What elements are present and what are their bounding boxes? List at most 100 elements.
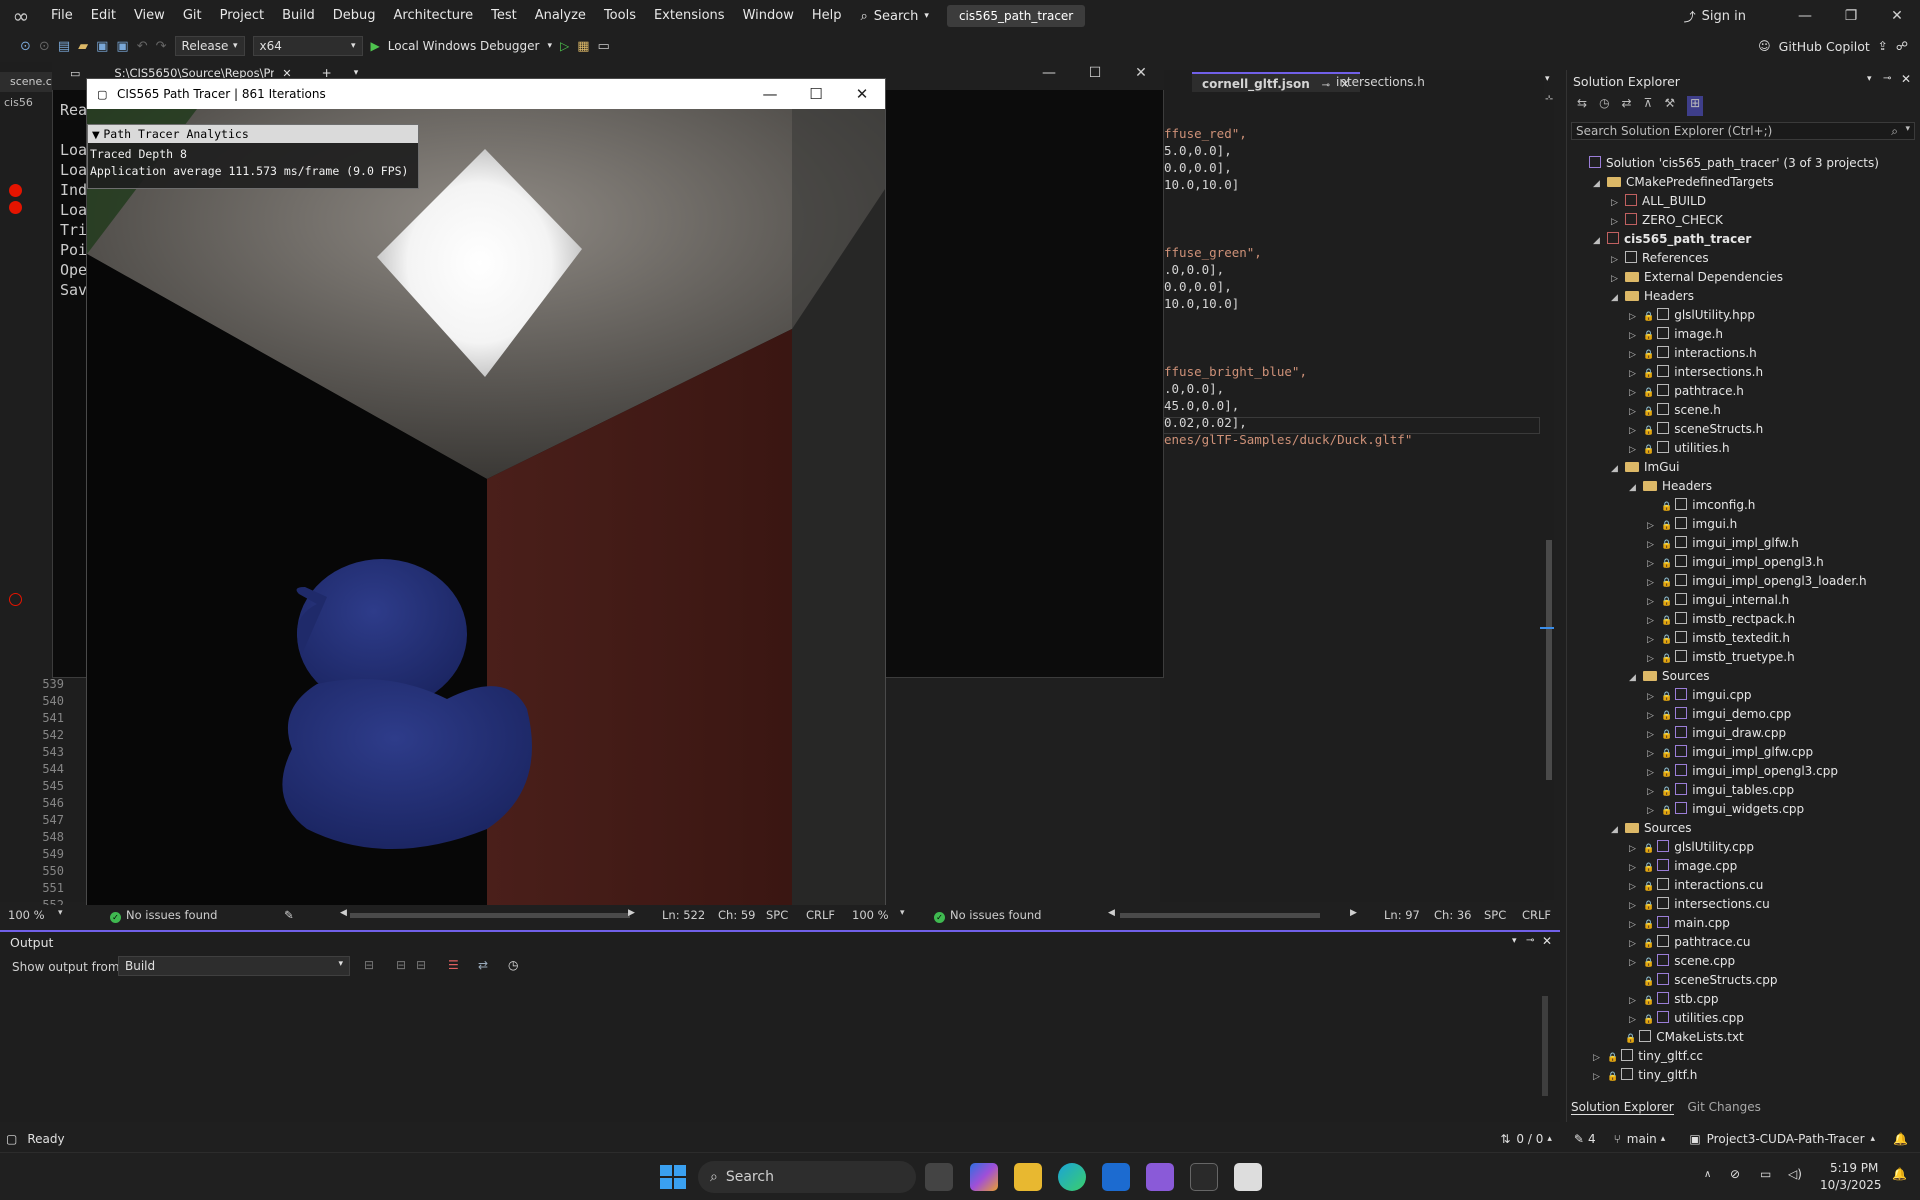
- vertical-scrollbar[interactable]: [1540, 100, 1554, 900]
- tree-item[interactable]: ▷ 🔒 pathtrace.h: [1629, 382, 1744, 401]
- navigate-forward-icon[interactable]: ⊙: [39, 39, 50, 54]
- menu-extensions[interactable]: Extensions: [645, 0, 734, 32]
- volume-icon[interactable]: ◁): [1788, 1167, 1802, 1181]
- m365-icon[interactable]: [970, 1163, 998, 1191]
- tree-item[interactable]: ◢ Sources: [1611, 819, 1691, 838]
- tree-item[interactable]: ▷ 🔒 image.h: [1629, 325, 1723, 344]
- windows-start-icon[interactable]: [658, 1163, 686, 1191]
- prev-message-icon[interactable]: ⊟: [396, 958, 406, 972]
- tab-scene[interactable]: scene.c: [0, 72, 60, 92]
- line-indicator[interactable]: Ln: 522: [662, 908, 705, 922]
- preview-icon[interactable]: ⊞: [1687, 96, 1704, 116]
- tree-item[interactable]: ▷ 🔒 imgui_widgets.cpp: [1647, 800, 1804, 819]
- tab-intersections[interactable]: intersections.h: [1326, 72, 1435, 92]
- collapsed-arrow-icon[interactable]: ▷: [1593, 1068, 1607, 1087]
- hscroll-left[interactable]: ◀: [340, 908, 347, 918]
- line-ending-indicator[interactable]: CRLF: [1522, 908, 1551, 922]
- tree-item[interactable]: ▷ 🔒 imstb_truetype.h: [1647, 648, 1795, 667]
- expanded-arrow-icon[interactable]: ◢: [1593, 232, 1607, 251]
- line-indicator[interactable]: Ln: 97: [1384, 908, 1420, 922]
- expanded-arrow-icon[interactable]: ◢: [1629, 669, 1643, 688]
- sync-icon[interactable]: ⇄: [1622, 96, 1632, 116]
- menu-file[interactable]: File: [42, 0, 82, 32]
- tree-item[interactable]: ▷ External Dependencies: [1611, 268, 1783, 287]
- terminal-icon[interactable]: [1190, 1163, 1218, 1191]
- breakpoint-icon[interactable]: [9, 201, 22, 214]
- navigate-back-icon[interactable]: ⊙: [20, 39, 31, 54]
- start-without-debugging-icon[interactable]: ▷: [560, 39, 569, 53]
- pin-icon[interactable]: ⊸: [1526, 935, 1534, 946]
- sync-status[interactable]: 0 / 0: [1516, 1132, 1543, 1146]
- tree-item[interactable]: ◢ Headers: [1629, 477, 1712, 496]
- char-indicator[interactable]: Ch: 59: [718, 908, 755, 922]
- menu-analyze[interactable]: Analyze: [526, 0, 595, 32]
- menu-build[interactable]: Build: [273, 0, 324, 32]
- hscroll-right[interactable]: ▶: [1350, 908, 1357, 918]
- tree-item[interactable]: ▷ 🔒 glslUtility.hpp: [1629, 306, 1755, 325]
- tree-item[interactable]: ▷ 🔒 utilities.cpp: [1629, 1009, 1744, 1028]
- next-message-icon[interactable]: ⊟: [416, 958, 426, 972]
- issues-indicator[interactable]: ✓ No issues found: [934, 908, 1041, 923]
- console-maximize-button[interactable]: ☐: [1072, 65, 1118, 81]
- tree-item[interactable]: Solution 'cis565_path_tracer' (3 of 3 pr…: [1575, 154, 1879, 173]
- line-ending-indicator[interactable]: CRLF: [806, 908, 835, 922]
- tree-item[interactable]: ▷ 🔒 imgui_tables.cpp: [1647, 781, 1794, 800]
- tree-item[interactable]: ▷ 🔒 imstb_rectpack.h: [1647, 610, 1795, 629]
- tree-item[interactable]: ▷ 🔒 imgui_draw.cpp: [1647, 724, 1786, 743]
- tree-item[interactable]: ▷ 🔒 imgui_impl_opengl3.cpp: [1647, 762, 1838, 781]
- tree-item[interactable]: ◢ CMakePredefinedTargets: [1593, 173, 1774, 192]
- close-icon[interactable]: ✕: [1901, 72, 1911, 86]
- platform-dropdown[interactable]: x64 ▾: [252, 36, 363, 56]
- close-button[interactable]: ✕: [1874, 8, 1920, 24]
- copilot-button[interactable]: GitHub Copilot: [1779, 39, 1870, 54]
- tree-item[interactable]: ▷ 🔒 pathtrace.cu: [1629, 933, 1751, 952]
- collapse-triangle-icon[interactable]: ▼: [92, 130, 100, 141]
- redo-icon[interactable]: ↷: [156, 39, 167, 54]
- tree-item[interactable]: ▷ 🔒 interactions.cu: [1629, 876, 1763, 895]
- whitespace-indicator[interactable]: SPC: [1484, 908, 1506, 922]
- analytics-panel[interactable]: ▼ Path Tracer Analytics Traced Depth 8 A…: [87, 124, 419, 189]
- switch-views-icon[interactable]: ⇆: [1577, 96, 1587, 116]
- menu-window[interactable]: Window: [734, 0, 803, 32]
- debugger-button[interactable]: Local Windows Debugger: [388, 39, 540, 53]
- menu-git[interactable]: Git: [174, 0, 211, 32]
- menu-help[interactable]: Help: [803, 0, 851, 32]
- pin-icon[interactable]: ⊸: [1883, 73, 1891, 84]
- hscroll-right[interactable]: ▶: [628, 908, 635, 918]
- tree-item[interactable]: ◢ Sources: [1629, 667, 1709, 686]
- tree-item[interactable]: ▷ 🔒 imgui_demo.cpp: [1647, 705, 1791, 724]
- pending-changes-icon[interactable]: ◷: [1599, 96, 1609, 116]
- tree-item[interactable]: ▷ 🔒 tiny_gltf.h: [1593, 1066, 1697, 1085]
- analytics-header[interactable]: ▼ Path Tracer Analytics: [88, 125, 418, 143]
- folder-icon[interactable]: ▦: [577, 39, 589, 54]
- tree-item[interactable]: ▷ 🔒 tiny_gltf.cc: [1593, 1047, 1703, 1066]
- tree-item[interactable]: ▷ 🔒 intersections.h: [1629, 363, 1763, 382]
- solution-search-input[interactable]: Search Solution Explorer (Ctrl+;) ⌕ ▾: [1571, 122, 1915, 140]
- save-icon[interactable]: ▣: [96, 39, 108, 54]
- output-source-dropdown[interactable]: Build ▾: [118, 956, 350, 976]
- branch-name[interactable]: main: [1627, 1132, 1657, 1146]
- clock-icon[interactable]: ◷: [508, 958, 518, 972]
- expanded-arrow-icon[interactable]: ◢: [1611, 821, 1625, 840]
- configuration-dropdown[interactable]: Release ▾: [174, 36, 245, 56]
- visual-studio-icon[interactable]: [1146, 1163, 1174, 1191]
- share-icon[interactable]: ⇪: [1878, 39, 1888, 53]
- menu-architecture[interactable]: Architecture: [385, 0, 483, 32]
- repo-name[interactable]: Project3-CUDA-Path-Tracer: [1707, 1132, 1865, 1146]
- open-file-icon[interactable]: ▰: [78, 39, 88, 54]
- breakpoint-icon[interactable]: [9, 184, 22, 197]
- tree-item[interactable]: 🔒 sceneStructs.cpp: [1629, 971, 1778, 990]
- tree-item[interactable]: ▷ ZERO_CHECK: [1611, 211, 1723, 230]
- search-menu[interactable]: ⌕ Search ▾: [850, 9, 938, 24]
- tree-item[interactable]: ▷ 🔒 imgui_internal.h: [1647, 591, 1789, 610]
- clock-time[interactable]: 5:19 PM: [1830, 1161, 1878, 1175]
- menu-view[interactable]: View: [125, 0, 174, 32]
- new-project-icon[interactable]: ▤: [58, 39, 70, 54]
- tree-item[interactable]: 🔒 imconfig.h: [1647, 496, 1755, 515]
- menu-edit[interactable]: Edit: [82, 0, 125, 32]
- monitor-icon[interactable]: ▭: [1760, 1167, 1771, 1181]
- properties-icon[interactable]: ⚒: [1664, 96, 1675, 116]
- tree-item[interactable]: ▷ 🔒 stb.cpp: [1629, 990, 1718, 1009]
- tree-item[interactable]: ▷ 🔒 scene.h: [1629, 401, 1721, 420]
- tree-item[interactable]: ▷ 🔒 image.cpp: [1629, 857, 1737, 876]
